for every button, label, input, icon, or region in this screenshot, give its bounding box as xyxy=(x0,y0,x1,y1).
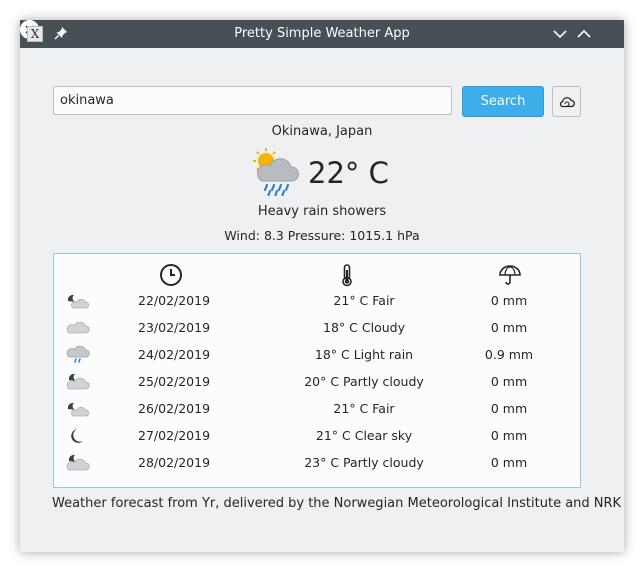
night-partly-cloudy-icon xyxy=(66,373,90,390)
cloud-icon xyxy=(66,321,90,334)
forecast-precipitation: 0 mm xyxy=(490,428,528,443)
forecast-row[interactable]: 23/02/2019 18° C Cloudy 0 mm xyxy=(54,315,580,342)
sun-cloud-rain-icon xyxy=(253,148,299,197)
forecast-condition: 18° C Cloudy xyxy=(323,320,405,335)
night-fair-icon xyxy=(67,294,90,309)
cloud-refresh-icon xyxy=(559,96,575,107)
forecast-condition: 21° C Fair xyxy=(333,293,395,308)
moon-icon xyxy=(71,429,83,443)
forecast-precipitation: 0 mm xyxy=(490,374,528,389)
forecast-row[interactable]: 28/02/2019 23° C Partly cloudy 0 mm xyxy=(54,450,580,477)
forecast-condition: 23° C Partly cloudy xyxy=(304,455,424,470)
forecast-condition: 18° C Light rain xyxy=(314,347,414,362)
search-button[interactable]: Search xyxy=(462,86,544,117)
clock-icon xyxy=(160,264,182,286)
forecast-precipitation: 0.9 mm xyxy=(484,347,534,362)
forecast-row[interactable]: 22/02/2019 21° C Fair 0 mm xyxy=(54,288,580,315)
forecast-date: 27/02/2019 xyxy=(138,428,211,443)
night-partly-cloudy-icon xyxy=(66,454,90,471)
forecast-date: 26/02/2019 xyxy=(138,401,211,416)
forecast-row[interactable]: 27/02/2019 21° C Clear sky 0 mm xyxy=(54,423,580,450)
cloud-refresh-button[interactable] xyxy=(552,86,581,117)
forecast-date: 22/02/2019 xyxy=(138,293,211,308)
search-input[interactable] xyxy=(53,86,452,115)
current-condition: Heavy rain showers xyxy=(257,204,387,219)
window-title: Pretty Simple Weather App xyxy=(234,26,410,41)
forecast-date: 24/02/2019 xyxy=(138,347,211,362)
forecast-row[interactable]: 24/02/2019 18° C Light rain 0.9 mm xyxy=(54,342,580,369)
forecast-condition: 20° C Partly cloudy xyxy=(304,374,424,389)
forecast-row[interactable]: 26/02/2019 21° C Fair 0 mm xyxy=(54,396,580,423)
location-label: Okinawa, Japan xyxy=(271,124,373,139)
thermometer-icon xyxy=(342,264,352,287)
forecast-precipitation: 0 mm xyxy=(490,455,528,470)
night-fair-icon xyxy=(67,402,90,417)
forecast-date: 25/02/2019 xyxy=(138,374,211,389)
light-rain-icon xyxy=(66,345,90,363)
attribution-text: Weather forecast from Yr, delivered by t… xyxy=(52,496,622,511)
forecast-table[interactable]: 22/02/2019 21° C Fair 0 mm 23/02/2019 18° C … xyxy=(53,253,581,488)
app-window: X Pretty Simple Weather App Search Okina… xyxy=(20,20,624,552)
forecast-date: 28/02/2019 xyxy=(138,455,211,470)
current-temperature: 22° C xyxy=(308,156,389,190)
minimize-button[interactable] xyxy=(551,25,569,43)
umbrella-icon xyxy=(499,265,521,285)
maximize-button[interactable] xyxy=(575,25,593,43)
forecast-precipitation: 0 mm xyxy=(490,320,528,335)
forecast-date: 23/02/2019 xyxy=(138,320,211,335)
forecast-precipitation: 0 mm xyxy=(490,401,528,416)
forecast-condition: 21° C Clear sky xyxy=(315,428,413,443)
title-bar[interactable]: X Pretty Simple Weather App xyxy=(20,20,624,48)
forecast-precipitation: 0 mm xyxy=(490,293,528,308)
forecast-condition: 21° C Fair xyxy=(333,401,395,416)
wind-pressure-label: Wind: 8.3 Pressure: 1015.1 hPa xyxy=(224,228,420,243)
forecast-row[interactable]: 25/02/2019 20° C Partly cloudy 0 mm xyxy=(54,369,580,396)
